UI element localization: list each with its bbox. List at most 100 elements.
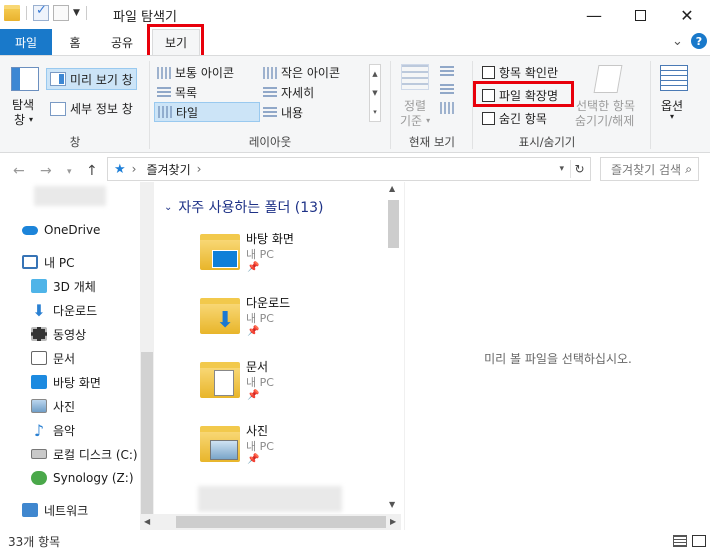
nav-pane-scroll-thumb[interactable] (141, 352, 153, 522)
nav-item-3d-objects[interactable]: 3D 개체 (31, 274, 96, 298)
refresh-icon[interactable]: ↻ (570, 160, 588, 178)
nav-item-local-disk[interactable]: 로컬 디스크 (C:) (31, 442, 138, 466)
preview-pane-button[interactable]: 미리 보기 창 (46, 68, 137, 90)
nav-item-synology[interactable]: Synology (Z:) (31, 466, 134, 490)
scroll-down-icon[interactable]: ▼ (389, 500, 395, 509)
navigation-pane-icon[interactable] (11, 67, 39, 91)
network-drive-icon (31, 471, 47, 485)
horizontal-scrollbar[interactable]: ◀ ▶ (140, 514, 401, 530)
large-icons-view-icon[interactable] (692, 535, 706, 547)
layout-list[interactable]: 목록 (157, 84, 197, 101)
cube-icon (31, 279, 47, 293)
list-item[interactable]: ⬇ 다운로드 내 PC 📌 (200, 294, 390, 354)
details-view-icon[interactable] (673, 535, 687, 547)
item-checkboxes-checkbox[interactable] (482, 66, 495, 79)
search-input[interactable]: 즐겨찾기 검색 ⌕ (600, 157, 699, 181)
tab-home[interactable]: 홈 (58, 29, 92, 55)
group-by-icon[interactable] (440, 66, 454, 78)
collapse-ribbon-icon[interactable]: ⌄ (672, 34, 683, 49)
folder-icon[interactable] (4, 5, 20, 21)
item-checkboxes-option[interactable]: 항목 확인란 (482, 64, 558, 81)
hidden-items-option[interactable]: 숨긴 항목 (482, 110, 547, 127)
title-bar: ▼ 파일 탐색기 — ✕ (0, 0, 710, 30)
nav-item-pictures[interactable]: 사진 (31, 394, 75, 418)
layout-tiles[interactable]: 타일 (154, 102, 260, 122)
details-icon (263, 86, 277, 99)
item-checkboxes-label: 항목 확인란 (499, 66, 559, 80)
hidden-items-checkbox[interactable] (482, 112, 495, 125)
tab-share[interactable]: 공유 (104, 29, 140, 55)
nav-item-network[interactable]: 네트워크 (22, 498, 88, 522)
navigation-pane-button[interactable]: 창 ▾ (14, 111, 33, 128)
breadcrumb-separator[interactable]: › (197, 162, 202, 176)
forward-icon[interactable]: → (40, 163, 52, 179)
nav-item-music[interactable]: ♪ 음악 (31, 418, 75, 442)
address-bar[interactable]: ★ › 즐겨찾기 › ▾ ↻ (107, 157, 591, 181)
file-list-scrollbar[interactable]: ▲ ▼ (386, 182, 401, 514)
list-item[interactable]: 사진 내 PC 📌 (200, 422, 390, 482)
up-icon[interactable]: ↑ (86, 163, 98, 179)
nav-item-this-pc[interactable]: 내 PC (22, 250, 74, 274)
qat-dropdown-icon[interactable]: ▼ (73, 8, 80, 18)
ribbon-divider (390, 61, 391, 149)
maximize-button[interactable] (617, 0, 663, 30)
recent-locations-icon[interactable]: ▾ (67, 167, 72, 177)
scroll-up-icon[interactable]: ▲ (389, 184, 395, 193)
scroll-right-icon[interactable]: ▶ (390, 517, 396, 526)
network-icon (22, 503, 38, 517)
layout-item-label: 타일 (176, 105, 199, 120)
nav-item-documents[interactable]: 문서 (31, 346, 75, 370)
add-columns-icon[interactable] (440, 84, 454, 96)
file-extensions-option[interactable]: 파일 확장명 (482, 87, 558, 104)
close-button[interactable]: ✕ (664, 0, 710, 30)
group-header-label: 자주 사용하는 폴더 (13) (178, 200, 324, 216)
document-icon (31, 351, 47, 365)
tab-view[interactable]: 보기 (152, 29, 200, 55)
sort-by-label-2: 기준 (400, 114, 423, 128)
layout-gallery-scroll[interactable]: ▲ ▼ ▾ (369, 64, 381, 122)
sort-by-icon[interactable] (401, 64, 429, 90)
layout-content[interactable]: 내용 (263, 104, 303, 121)
nav-item-desktop[interactable]: 바탕 화면 (31, 370, 101, 394)
layout-medium-icons[interactable]: 보통 아이콘 (157, 64, 234, 81)
ribbon-divider (472, 61, 473, 149)
layout-small-icons[interactable]: 작은 아이콘 (263, 64, 340, 81)
file-list-scroll-thumb[interactable] (388, 200, 399, 248)
breadcrumb[interactable]: 즐겨찾기 (146, 161, 190, 178)
list-item[interactable]: 바탕 화면 내 PC 📌 (200, 230, 390, 290)
horizontal-scroll-thumb[interactable] (176, 516, 386, 528)
qat-divider (85, 6, 87, 20)
quick-access-toolbar: ▼ (4, 3, 89, 21)
hide-selected-icon[interactable] (593, 65, 623, 93)
options-icon[interactable] (660, 65, 688, 91)
layout-details[interactable]: 자세히 (263, 84, 314, 101)
nav-item-downloads[interactable]: ⬇ 다운로드 (31, 298, 97, 322)
new-folder-icon[interactable] (53, 5, 69, 21)
nav-item-label: Synology (Z:) (53, 471, 134, 485)
chevron-down-icon[interactable]: ▾ (670, 112, 674, 121)
minimize-button[interactable]: — (571, 0, 617, 30)
scroll-left-icon[interactable]: ◀ (144, 517, 150, 526)
list-item[interactable]: 문서 내 PC 📌 (200, 358, 390, 418)
sort-by-button[interactable]: 기준 ▾ (400, 112, 430, 129)
item-name: 바탕 화면 (246, 232, 294, 246)
nav-item-label: 동영상 (53, 327, 87, 342)
properties-icon[interactable] (33, 3, 49, 21)
frequent-folders-header[interactable]: ⌄ 자주 사용하는 폴더 (13) (164, 197, 324, 217)
item-name: 사진 (246, 424, 269, 438)
layout-item-label: 작은 아이콘 (281, 66, 341, 80)
file-extensions-checkbox[interactable] (482, 89, 495, 102)
blurred-item (198, 486, 342, 512)
address-dropdown-icon[interactable]: ▾ (559, 164, 564, 174)
gallery-more-icon: ▾ (373, 108, 377, 116)
back-icon[interactable]: ← (13, 163, 25, 179)
tab-file[interactable]: 파일 (0, 29, 52, 55)
details-pane-button[interactable]: 세부 정보 창 (50, 100, 133, 117)
nav-item-videos[interactable]: 동영상 (31, 322, 86, 346)
nav-item-onedrive[interactable]: OneDrive (22, 218, 100, 242)
breadcrumb-separator[interactable]: › (132, 162, 137, 176)
size-columns-icon[interactable] (440, 102, 454, 114)
hide-selected-label-2[interactable]: 숨기기/해제 (575, 112, 634, 129)
help-icon[interactable]: ? (691, 33, 707, 49)
nav-pane-scrollbar[interactable] (140, 182, 154, 530)
